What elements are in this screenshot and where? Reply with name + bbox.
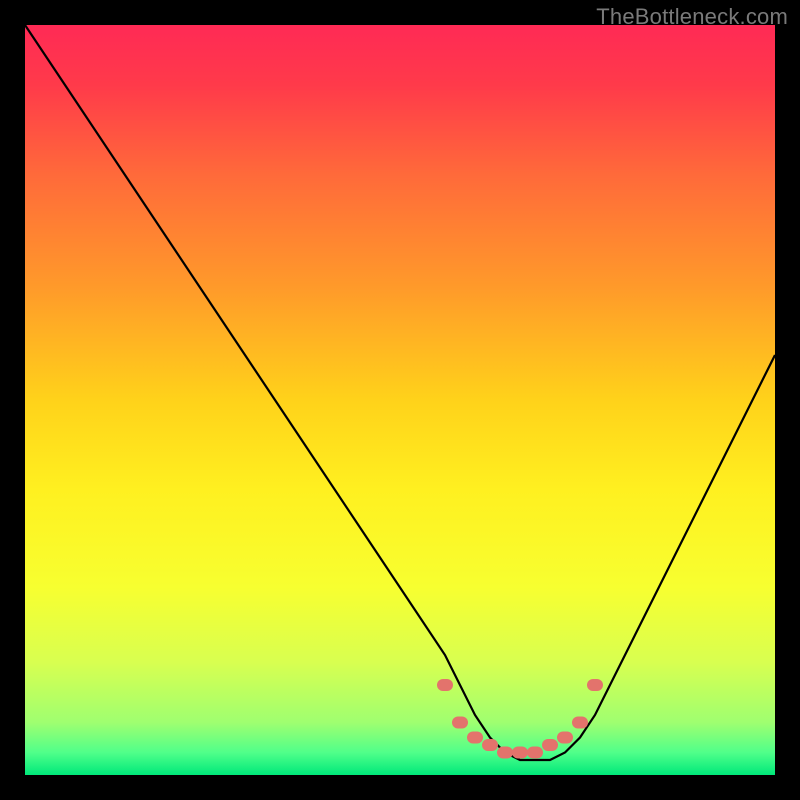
- marker-dot: [467, 732, 483, 744]
- marker-dot: [437, 679, 453, 691]
- marker-dot: [572, 717, 588, 729]
- marker-dot: [557, 732, 573, 744]
- marker-dot: [587, 679, 603, 691]
- gradient-background: [25, 25, 775, 775]
- watermark-label: TheBottleneck.com: [596, 4, 788, 30]
- marker-dot: [497, 747, 513, 759]
- chart-frame: TheBottleneck.com: [0, 0, 800, 800]
- chart-svg: [25, 25, 775, 775]
- plot-area: [25, 25, 775, 775]
- marker-dot: [452, 717, 468, 729]
- marker-dot: [527, 747, 543, 759]
- marker-dot: [512, 747, 528, 759]
- marker-dot: [482, 739, 498, 751]
- marker-dot: [542, 739, 558, 751]
